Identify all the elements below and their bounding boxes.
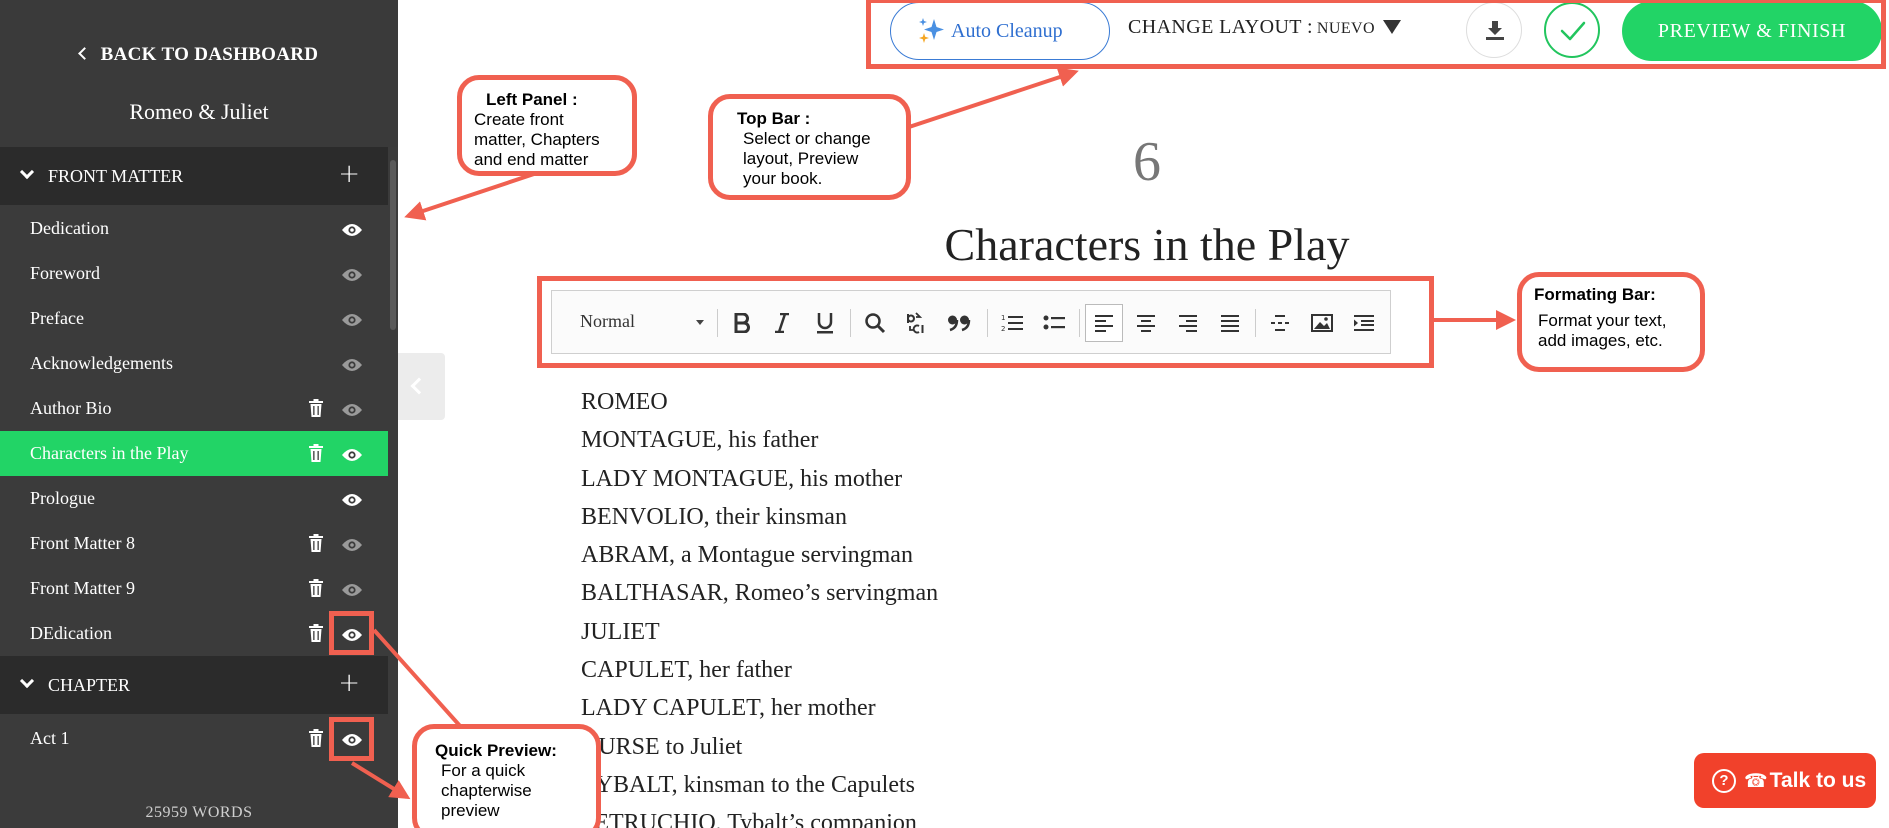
content-line: NURSE to Juliet bbox=[581, 733, 743, 760]
content-line: MONTAGUE, his father bbox=[581, 427, 819, 454]
top-bar-callout-body: Select or change layout, Preview your bo… bbox=[743, 129, 871, 188]
sidebar-item-label: Act 1 bbox=[30, 728, 70, 748]
front-matter-label: FRONT MATTER bbox=[48, 165, 184, 186]
sidebar-item-label: Acknowledgements bbox=[30, 353, 173, 373]
chapter-title[interactable]: Characters in the Play bbox=[847, 218, 1447, 271]
talk-to-us-label: Talk to us bbox=[1769, 768, 1867, 792]
eye-icon[interactable] bbox=[342, 581, 362, 596]
sidebar-item[interactable]: Acknowledgements bbox=[0, 341, 388, 386]
left-panel-callout-body: Create front matter, Chapters and end ma… bbox=[474, 110, 600, 169]
quick-preview-callout-body: For a quick chapterwise preview bbox=[441, 761, 532, 820]
book-title: Romeo & Juliet bbox=[129, 99, 269, 124]
chevron-left-icon bbox=[77, 47, 91, 60]
trash-icon[interactable] bbox=[309, 624, 323, 642]
chapter-number: 6 bbox=[1133, 131, 1161, 193]
collapse-sidebar-button[interactable] bbox=[398, 353, 445, 420]
sidebar-item[interactable]: Preface bbox=[0, 296, 388, 341]
formatting-bar-callout-body: Format your text, add images, etc. bbox=[1538, 311, 1667, 350]
eye-icon[interactable] bbox=[342, 446, 362, 461]
add-front-matter-icon[interactable]: + bbox=[338, 159, 360, 189]
sidebar-item[interactable]: Foreword bbox=[0, 251, 388, 296]
sidebar-item[interactable]: Front Matter 8 bbox=[0, 521, 388, 566]
eye-icon[interactable] bbox=[342, 491, 362, 506]
sidebar-scrollbar[interactable] bbox=[390, 160, 396, 330]
act-preview-highlight bbox=[329, 717, 374, 761]
quick-preview-callout-title: Quick Preview: bbox=[435, 741, 557, 760]
dedication-preview-highlight bbox=[329, 611, 374, 655]
sidebar-item-label: Front Matter 9 bbox=[30, 578, 135, 598]
editor-content[interactable]: ROMEO MONTAGUE, his father LADY MONTAGUE, … bbox=[581, 383, 938, 828]
top-bar-callout-title: Top Bar : bbox=[737, 109, 811, 128]
top-bar-callout: Top Bar : Select or change layout, Previ… bbox=[708, 94, 911, 200]
back-to-dashboard-label: BACK TO DASHBOARD bbox=[100, 44, 319, 65]
sidebar-item-label: Dedication bbox=[30, 218, 109, 238]
eye-icon[interactable] bbox=[342, 221, 362, 236]
phone-icon: ☎ bbox=[1744, 769, 1768, 792]
sidebar-item-label: Front Matter 8 bbox=[30, 533, 135, 553]
eye-icon[interactable] bbox=[342, 356, 362, 371]
trash-icon[interactable] bbox=[309, 729, 323, 747]
sidebar-item-label: DEdication bbox=[30, 623, 112, 643]
left-panel: BACK TO DASHBOARD Romeo & Juliet FRONT M… bbox=[0, 0, 398, 828]
chapter-label: CHAPTER bbox=[48, 674, 131, 695]
chevron-left-icon bbox=[410, 377, 428, 395]
trash-icon[interactable] bbox=[309, 399, 323, 417]
content-line: LADY CAPULET, her mother bbox=[581, 695, 876, 722]
sidebar-item-label: Foreword bbox=[30, 263, 100, 283]
quick-preview-callout: Quick Preview: For a quick chapterwise p… bbox=[412, 724, 601, 828]
eye-icon[interactable] bbox=[342, 311, 362, 326]
formatting-bar-callout-title: Formating Bar: bbox=[1534, 285, 1656, 304]
formatting-bar-callout: Formating Bar: Format your text, add ima… bbox=[1517, 272, 1705, 372]
add-chapter-icon[interactable]: + bbox=[338, 668, 360, 698]
chevron-down-icon[interactable] bbox=[19, 164, 35, 180]
sidebar-item-label: Author Bio bbox=[30, 398, 112, 418]
word-count: 25959 WORDS bbox=[145, 804, 253, 821]
trash-icon[interactable] bbox=[309, 579, 323, 597]
content-line: ROMEO bbox=[581, 389, 668, 415]
content-line: PETRUCHIO, Tybalt’s companion bbox=[581, 810, 917, 828]
talk-to-us-button[interactable]: ? ☎ Talk to us bbox=[1694, 753, 1876, 808]
content-line: ABRAM, a Montague servingman bbox=[581, 542, 913, 569]
sidebar-item[interactable]: Dedication bbox=[0, 206, 388, 251]
content-line: BALTHASAR, Romeo’s servingman bbox=[581, 580, 939, 607]
trash-icon[interactable] bbox=[309, 534, 323, 552]
content-line: TYBALT, kinsman to the Capulets bbox=[581, 771, 915, 798]
content-line: LADY MONTAGUE, his mother bbox=[581, 465, 903, 492]
left-panel-callout: Left Panel : Create front matter, Chapte… bbox=[457, 75, 637, 176]
eye-icon[interactable] bbox=[342, 266, 362, 281]
chevron-down-icon[interactable] bbox=[19, 673, 35, 689]
trash-icon[interactable] bbox=[309, 444, 323, 462]
sidebar-item-label: Preface bbox=[30, 308, 84, 328]
eye-icon[interactable] bbox=[342, 401, 362, 416]
formatting-bar-highlight bbox=[537, 276, 1434, 368]
sidebar-item[interactable]: Front Matter 9 bbox=[0, 566, 388, 611]
sidebar-item[interactable]: Prologue bbox=[0, 476, 388, 521]
help-icon: ? bbox=[1712, 768, 1736, 793]
back-to-dashboard-link[interactable]: BACK TO DASHBOARD bbox=[0, 44, 398, 66]
top-bar-highlight bbox=[866, 0, 1886, 69]
sidebar-item[interactable]: Characters in the Play bbox=[0, 431, 388, 476]
sidebar-item[interactable]: Author Bio bbox=[0, 386, 388, 431]
chapter-section-header[interactable]: CHAPTER + bbox=[0, 656, 388, 714]
content-line: CAPULET, her father bbox=[581, 657, 792, 684]
sidebar-item-label: Prologue bbox=[30, 488, 95, 508]
front-matter-section-header[interactable]: FRONT MATTER + bbox=[0, 147, 388, 205]
sidebar-item-label: Characters in the Play bbox=[30, 443, 189, 463]
eye-icon[interactable] bbox=[342, 536, 362, 551]
content-line: BENVOLIO, their kinsman bbox=[581, 503, 847, 530]
content-line: JULIET bbox=[581, 618, 660, 645]
left-panel-callout-title: Left Panel : bbox=[486, 90, 578, 109]
